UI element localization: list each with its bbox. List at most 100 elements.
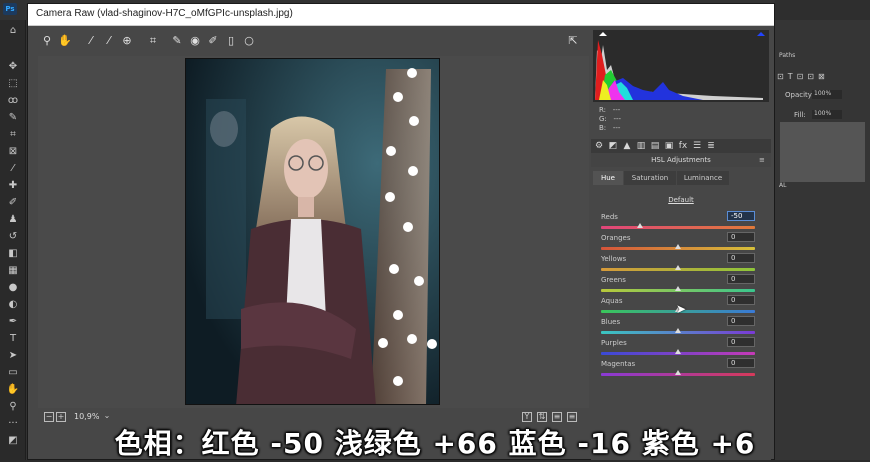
image-preview-area[interactable] bbox=[38, 56, 589, 408]
before-after-swap-icon[interactable]: ⇅ bbox=[537, 412, 547, 422]
layer-filter-icons[interactable]: ⊡T⊡⊡⊠ bbox=[777, 72, 829, 81]
move-tool-icon[interactable]: ✥ bbox=[4, 60, 22, 74]
basic-panel-icon[interactable]: ⚙ bbox=[593, 140, 605, 152]
crop-icon[interactable]: ⌗ bbox=[146, 34, 160, 48]
slider-thumb[interactable] bbox=[675, 286, 681, 291]
slider-value-input[interactable]: 0 bbox=[727, 253, 755, 263]
slider-thumb[interactable] bbox=[675, 370, 681, 375]
presets-icon[interactable]: ≣ bbox=[705, 140, 717, 152]
b-value: --- bbox=[612, 124, 621, 132]
eyedropper-icon[interactable]: ⁄ bbox=[4, 162, 22, 176]
fill-input[interactable]: 100% bbox=[812, 110, 842, 119]
slider-label: Oranges bbox=[601, 234, 631, 242]
slider-row: Yellows 0 bbox=[599, 253, 759, 275]
radial-filter-icon[interactable]: ○ bbox=[242, 34, 256, 48]
r-value: --- bbox=[612, 106, 621, 114]
camera-raw-dialog: Camera Raw (vlad-shaginov-H7C_oMfGPIc-un… bbox=[27, 3, 775, 460]
rgb-readout: R: --- G: --- B: --- bbox=[599, 106, 621, 133]
dialog-title: Camera Raw (vlad-shaginov-H7C_oMfGPIc-un… bbox=[36, 8, 293, 19]
quick-select-icon[interactable]: ✎ bbox=[4, 111, 22, 125]
zoom-dropdown-icon[interactable]: ⌄ bbox=[102, 412, 112, 422]
paths-tab[interactable]: Paths bbox=[779, 52, 795, 59]
effects-panel-icon[interactable]: fx bbox=[677, 140, 689, 152]
photo-image bbox=[186, 59, 439, 404]
zoom-tool-icon[interactable]: ⚲ bbox=[40, 34, 54, 48]
slider-value-input[interactable]: -50 bbox=[727, 211, 755, 221]
slider-thumb[interactable] bbox=[636, 223, 643, 228]
mouse-cursor-icon: ➤ bbox=[676, 302, 687, 316]
lens-corrections-icon[interactable]: ▣ bbox=[663, 140, 675, 152]
marquee-tool-icon[interactable]: ⬚ bbox=[4, 77, 22, 91]
stamp-tool-icon[interactable]: ♟ bbox=[4, 213, 22, 227]
detail-panel-icon[interactable]: ▲ bbox=[621, 140, 633, 152]
toggle-settings-icon[interactable]: ≡ bbox=[567, 412, 577, 422]
pen-tool-icon[interactable]: ✒ bbox=[4, 315, 22, 329]
tab-saturation[interactable]: Saturation bbox=[624, 171, 676, 185]
camera-raw-toolbar: ⚲ ✋ ⁄ ⁄ ⊕ ⌗ ✎ ◉ ✐ ▯ ○ bbox=[36, 30, 586, 54]
zoom-out-button[interactable]: − bbox=[44, 412, 54, 422]
slider-label: Purples bbox=[601, 339, 627, 347]
slider-row: Reds -50 bbox=[599, 211, 759, 233]
slider-thumb[interactable] bbox=[675, 328, 681, 333]
slider-thumb[interactable] bbox=[675, 349, 681, 354]
history-brush-icon[interactable]: ↺ bbox=[4, 230, 22, 244]
red-eye-icon[interactable]: ◉ bbox=[188, 34, 202, 48]
slider-row: Greens 0 bbox=[599, 274, 759, 296]
split-toning-icon[interactable]: ▤ bbox=[649, 140, 661, 152]
open-preferences-icon[interactable]: ⇱ bbox=[566, 34, 580, 48]
tab-luminance[interactable]: Luminance bbox=[677, 171, 729, 185]
opacity-input[interactable]: 100% bbox=[812, 90, 842, 99]
default-link[interactable]: Default bbox=[591, 196, 771, 204]
slider-track[interactable] bbox=[601, 226, 755, 229]
slider-label: Reds bbox=[601, 213, 618, 221]
color-sampler-icon[interactable]: ⁄ bbox=[102, 34, 116, 48]
slider-row: Purples 0 bbox=[599, 337, 759, 359]
zoom-in-button[interactable]: + bbox=[56, 412, 66, 422]
white-balance-icon[interactable]: ⁄ bbox=[84, 34, 98, 48]
lasso-tool-icon[interactable]: ꝏ bbox=[4, 94, 22, 108]
copy-settings-icon[interactable]: ≡ bbox=[552, 412, 562, 422]
photoshop-layers-panel: Paths ⊡T⊡⊡⊠ Opacity: 100% Fill: 100% AL bbox=[775, 20, 870, 460]
tone-curve-icon[interactable]: ◩ bbox=[607, 140, 619, 152]
slider-value-input[interactable]: 0 bbox=[727, 295, 755, 305]
graduated-filter-icon[interactable]: ▯ bbox=[224, 34, 238, 48]
home-icon[interactable]: ⌂ bbox=[4, 24, 22, 38]
spot-removal-icon[interactable]: ✎ bbox=[170, 34, 184, 48]
hand-tool-icon[interactable]: ✋ bbox=[58, 34, 72, 48]
shape-tool-icon[interactable]: ▭ bbox=[4, 366, 22, 380]
brush-tool-icon[interactable]: ✐ bbox=[4, 196, 22, 210]
slider-row: Magentas 0 bbox=[599, 358, 759, 380]
panel-menu-icon[interactable]: ≡ bbox=[759, 156, 765, 164]
dialog-titlebar: Camera Raw (vlad-shaginov-H7C_oMfGPIc-un… bbox=[28, 4, 774, 26]
slider-value-input[interactable]: 0 bbox=[727, 274, 755, 284]
slider-label: Yellows bbox=[601, 255, 627, 263]
hand-tool-icon[interactable]: ✋ bbox=[4, 383, 22, 397]
gradient-tool-icon[interactable]: ▦ bbox=[4, 264, 22, 278]
dodge-tool-icon[interactable]: ◐ bbox=[4, 298, 22, 312]
adjustment-brush-icon[interactable]: ✐ bbox=[206, 34, 220, 48]
healing-brush-icon[interactable]: ✚ bbox=[4, 179, 22, 193]
path-select-icon[interactable]: ➤ bbox=[4, 349, 22, 363]
slider-thumb[interactable] bbox=[675, 244, 681, 249]
type-tool-icon[interactable]: T bbox=[4, 332, 22, 346]
before-after-y-icon[interactable]: Y bbox=[522, 412, 532, 422]
preview-photo bbox=[185, 58, 440, 405]
tab-hue[interactable]: Hue bbox=[593, 171, 623, 185]
calibration-icon[interactable]: ☰ bbox=[691, 140, 703, 152]
slider-label: Blues bbox=[601, 318, 621, 326]
slider-value-input[interactable]: 0 bbox=[727, 232, 755, 242]
slider-thumb[interactable] bbox=[675, 265, 681, 270]
hsl-panel-icon[interactable]: ▥ bbox=[635, 140, 647, 152]
slider-label: Greens bbox=[601, 276, 626, 284]
eraser-tool-icon[interactable]: ◧ bbox=[4, 247, 22, 261]
blur-tool-icon[interactable]: ● bbox=[4, 281, 22, 295]
zoom-tool-icon[interactable]: ⚲ bbox=[4, 400, 22, 414]
targeted-adjustment-icon[interactable]: ⊕ bbox=[120, 34, 134, 48]
slider-value-input[interactable]: 0 bbox=[727, 316, 755, 326]
frame-tool-icon[interactable]: ⊠ bbox=[4, 145, 22, 159]
zoom-level[interactable]: 10,9% bbox=[74, 412, 99, 421]
layer-thumbnail[interactable] bbox=[780, 122, 865, 182]
slider-value-input[interactable]: 0 bbox=[727, 337, 755, 347]
slider-value-input[interactable]: 0 bbox=[727, 358, 755, 368]
crop-tool-icon[interactable]: ⌗ bbox=[4, 128, 22, 142]
